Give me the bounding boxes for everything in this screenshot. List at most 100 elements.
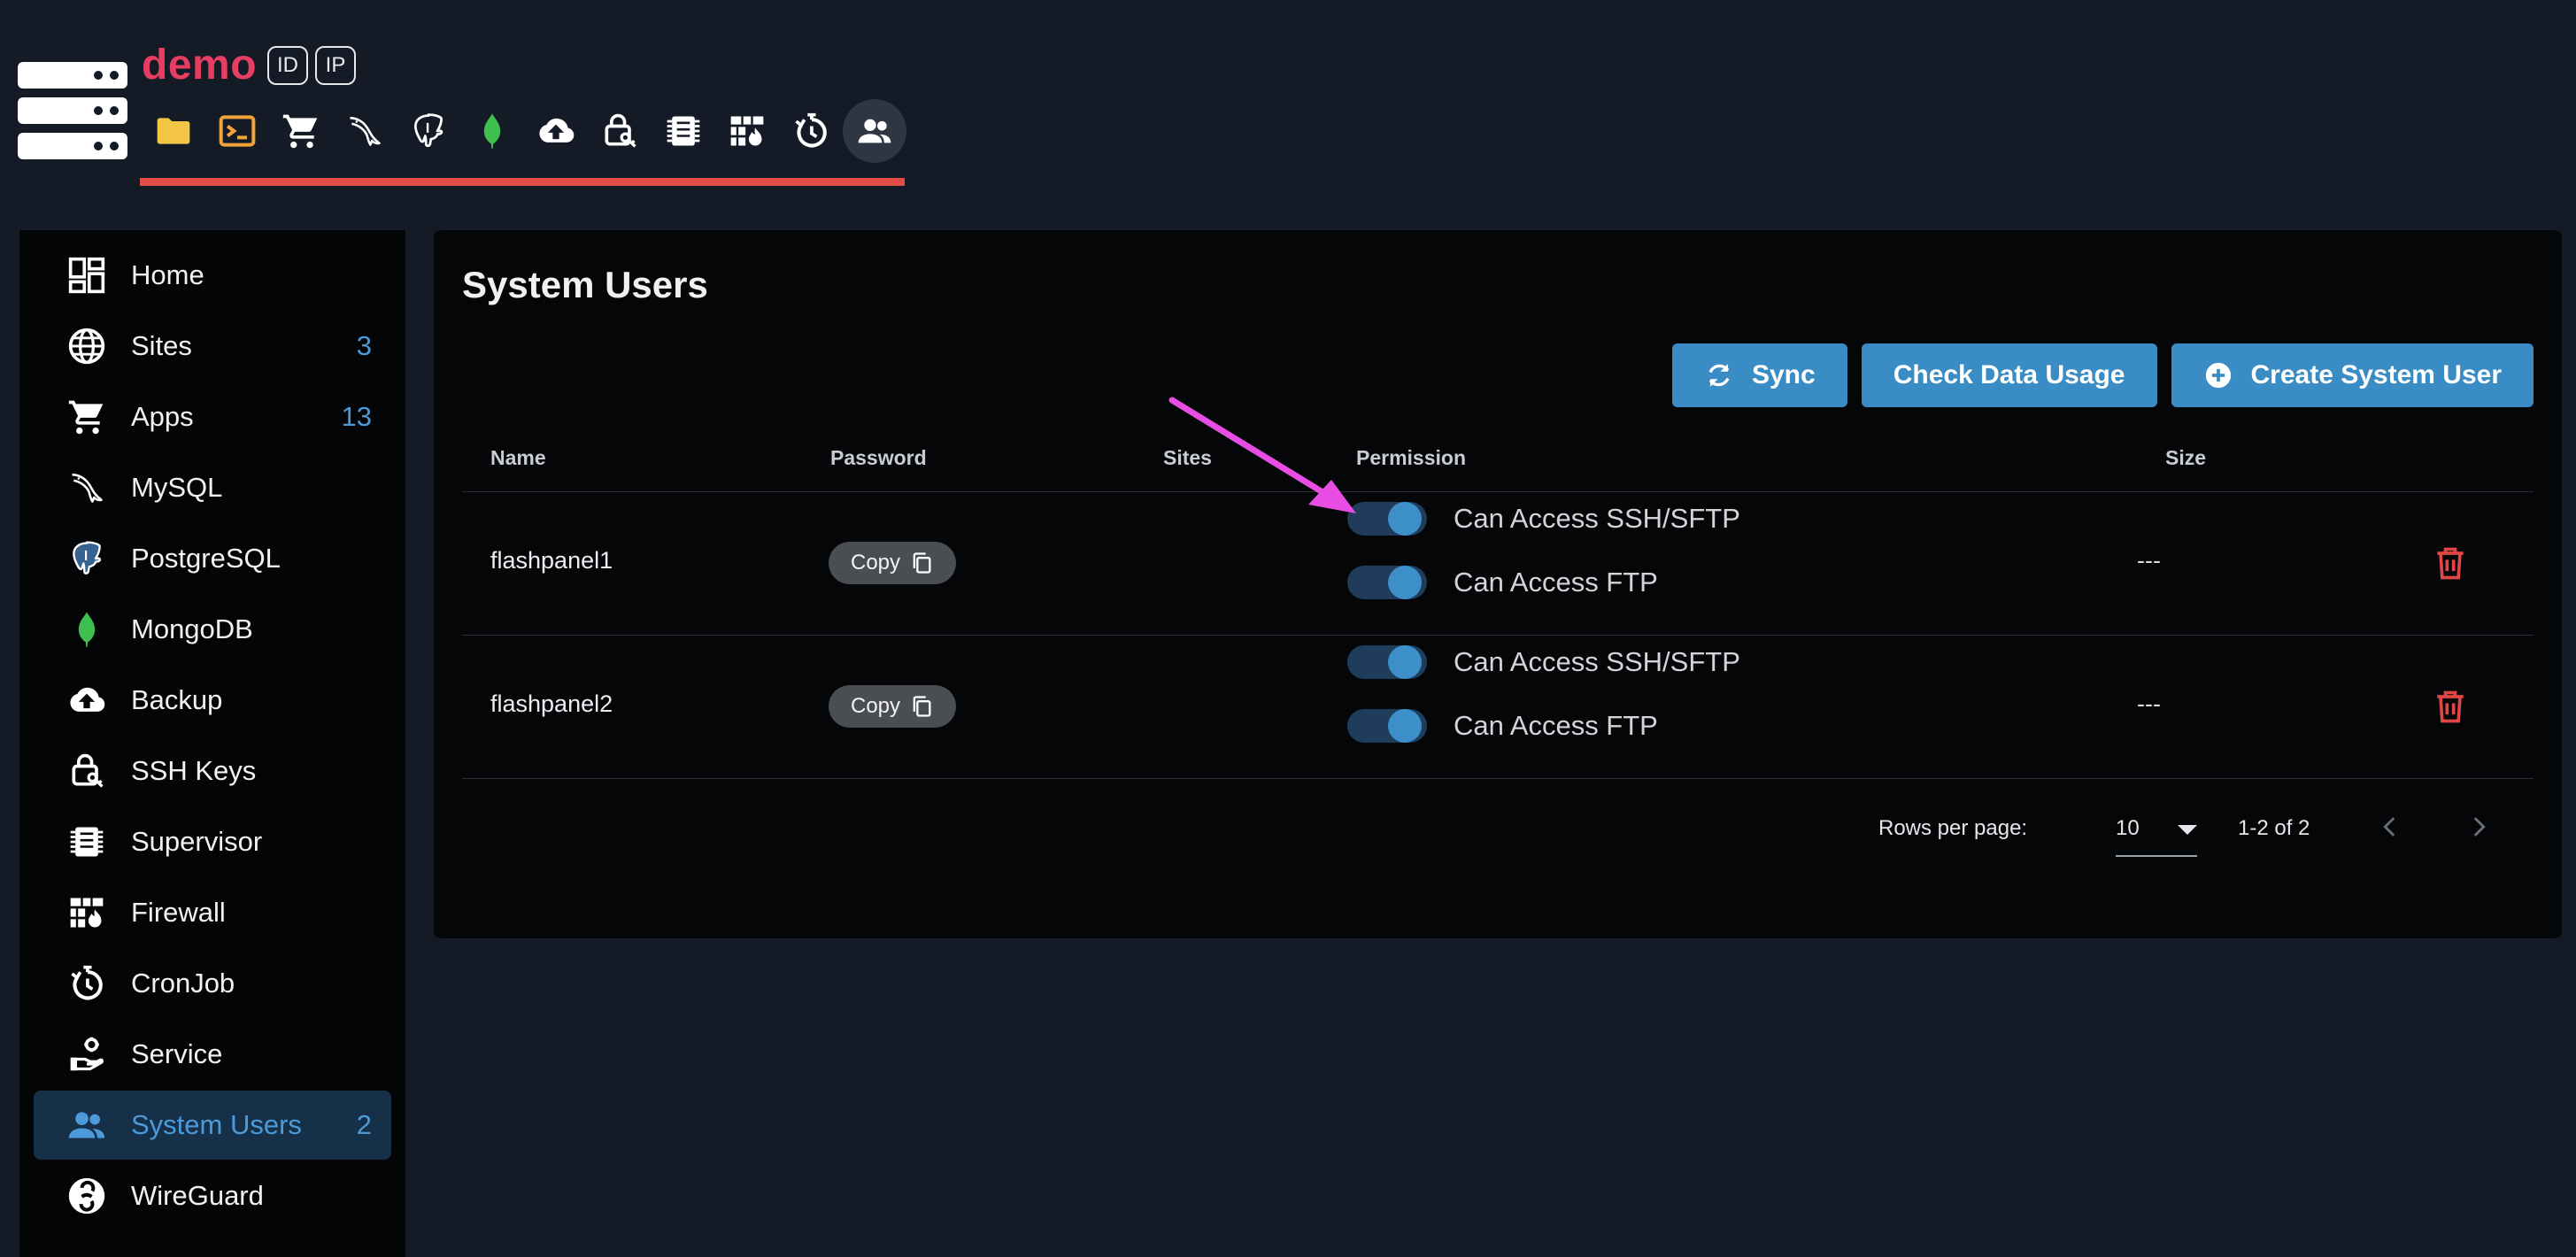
id-badge[interactable]: ID (267, 45, 309, 85)
apps-count-badge: 13 (341, 401, 372, 432)
copy-password-button[interactable]: Copy (829, 685, 956, 728)
mongodb-leaf-icon (78, 611, 96, 648)
sidebar-item-sites[interactable]: Sites 3 (34, 312, 391, 381)
copy-password-label: Copy (850, 694, 901, 718)
users-icon (68, 1112, 105, 1138)
table-row: flashpanel2 Copy Can Access SSH/SFTP Can… (462, 636, 2534, 779)
cronjob-timer-icon (71, 965, 103, 1000)
cart-icon (282, 114, 318, 149)
toolbar-mongodb-button[interactable] (460, 99, 524, 163)
create-system-user-button[interactable]: Create System User (2171, 343, 2534, 407)
pagination: Rows per page: 10 1-2 of 2 (462, 797, 2534, 868)
column-header-size[interactable]: Size (2165, 446, 2206, 470)
supervisor-chip-icon (70, 827, 104, 857)
toolbar-apps-button[interactable] (269, 99, 333, 163)
table-row: flashpanel1 Copy Can Access SSH/SFTP Can… (462, 492, 2534, 636)
toolbar-supervisor-button[interactable] (652, 99, 715, 163)
ftp-permission: Can Access FTP (1347, 556, 1658, 609)
app-root: demo ID IP Home Sites 3 Apps 13 MySQL Po… (0, 0, 2576, 1257)
sidebar-item-supervisor[interactable]: Supervisor (34, 807, 391, 876)
module-toolbar (142, 99, 906, 163)
sidebar-item-label: System Users (131, 1109, 302, 1140)
cloud-upload-icon (539, 118, 575, 143)
rows-per-page-select[interactable]: 10 (2116, 800, 2197, 857)
check-data-usage-label: Check Data Usage (1893, 360, 2125, 389)
delete-user-icon[interactable] (2431, 544, 2470, 582)
copy-password-label: Copy (850, 551, 901, 575)
users-icon (858, 119, 891, 143)
lock-key-icon (72, 753, 104, 788)
user-size: --- (2137, 690, 2161, 717)
ftp-permission: Can Access FTP (1347, 699, 1658, 752)
sidebar-item-firewall[interactable]: Firewall (34, 878, 391, 947)
sync-button[interactable]: Sync (1671, 343, 1847, 407)
cart-icon (68, 400, 104, 435)
sidebar-item-home[interactable]: Home (34, 241, 391, 310)
sidebar-item-system-users[interactable]: System Users 2 (34, 1091, 391, 1160)
previous-page-button[interactable] (2369, 806, 2411, 848)
toolbar-cronjob-button[interactable] (779, 99, 843, 163)
table-header: Name Password Sites Permission Size (462, 423, 2534, 492)
sidebar-item-mysql[interactable]: MySQL (34, 453, 391, 522)
column-header-permission[interactable]: Permission (1356, 446, 1466, 470)
sync-icon (1708, 364, 1730, 387)
toolbar-terminal-button[interactable] (205, 99, 269, 163)
user-size: --- (2137, 547, 2161, 574)
sidebar-item-postgresql[interactable]: PostgreSQL (34, 524, 391, 593)
toolbar-backup-button[interactable] (524, 99, 588, 163)
caret-down-icon (2178, 825, 2197, 835)
system-users-count-badge: 2 (356, 1109, 372, 1140)
sidebar-item-ssh-keys[interactable]: SSH Keys (34, 736, 391, 806)
sidebar-item-service[interactable]: Service (34, 1020, 391, 1089)
user-name: flashpanel1 (490, 547, 613, 574)
sidebar-item-label: Supervisor (131, 826, 263, 857)
sidebar: Home Sites 3 Apps 13 MySQL PostgreSQL Mo… (19, 230, 405, 1257)
toolbar-ssh-keys-button[interactable] (588, 99, 652, 163)
column-header-name[interactable]: Name (490, 446, 546, 470)
ssh-sftp-permission: Can Access SSH/SFTP (1347, 492, 1740, 545)
ssh-sftp-permission: Can Access SSH/SFTP (1347, 636, 1740, 689)
copy-password-button[interactable]: Copy (829, 542, 956, 584)
toolbar-mysql-button[interactable] (333, 99, 397, 163)
sidebar-item-label: Home (131, 259, 204, 290)
sidebar-item-apps[interactable]: Apps 13 (34, 382, 391, 451)
sync-button-label: Sync (1751, 360, 1816, 389)
sidebar-item-label: Firewall (131, 897, 226, 928)
check-data-usage-button[interactable]: Check Data Usage (1861, 343, 2157, 407)
sidebar-item-label: Service (131, 1038, 223, 1069)
mongodb-leaf-icon (483, 112, 501, 150)
sidebar-item-label: MongoDB (131, 613, 253, 644)
terminal-icon (219, 115, 256, 147)
sidebar-item-backup[interactable]: Backup (34, 666, 391, 735)
folder-icon (157, 118, 190, 144)
ftp-toggle[interactable] (1347, 706, 1427, 746)
copy-icon (913, 552, 931, 574)
toolbar-folder-button[interactable] (142, 99, 205, 163)
user-name: flashpanel2 (490, 690, 613, 717)
chevron-left-icon (2383, 817, 2395, 837)
ssh-sftp-toggle[interactable] (1347, 642, 1427, 682)
ip-badge[interactable]: IP (315, 45, 357, 85)
toolbar-postgresql-button[interactable] (397, 99, 460, 163)
toolbar-system-users-button[interactable] (843, 99, 906, 163)
permission-label: Can Access SSH/SFTP (1454, 503, 1740, 534)
mysql-dolphin-icon (350, 117, 381, 146)
sidebar-item-cronjob[interactable]: CronJob (34, 949, 391, 1018)
ftp-toggle[interactable] (1347, 562, 1427, 603)
pagination-range: 1-2 of 2 (2238, 816, 2310, 840)
sidebar-item-wireguard[interactable]: WireGuard (34, 1161, 391, 1230)
system-users-card: System Users Sync Check Data Usage Creat… (434, 230, 2562, 938)
wireguard-icon (68, 1177, 105, 1215)
cloud-upload-icon (70, 687, 105, 712)
plus-circle-icon (2205, 362, 2231, 389)
dashboard-icon (68, 257, 105, 294)
sidebar-item-label: SSH Keys (131, 755, 257, 786)
sidebar-item-label: Backup (131, 684, 223, 715)
next-page-button[interactable] (2457, 806, 2500, 848)
server-name[interactable]: demo (142, 41, 257, 89)
column-header-password[interactable]: Password (830, 446, 927, 470)
delete-user-icon[interactable] (2431, 687, 2470, 726)
sidebar-item-mongodb[interactable]: MongoDB (34, 595, 391, 664)
server-logo-icon[interactable] (18, 62, 127, 161)
toolbar-firewall-button[interactable] (715, 99, 779, 163)
